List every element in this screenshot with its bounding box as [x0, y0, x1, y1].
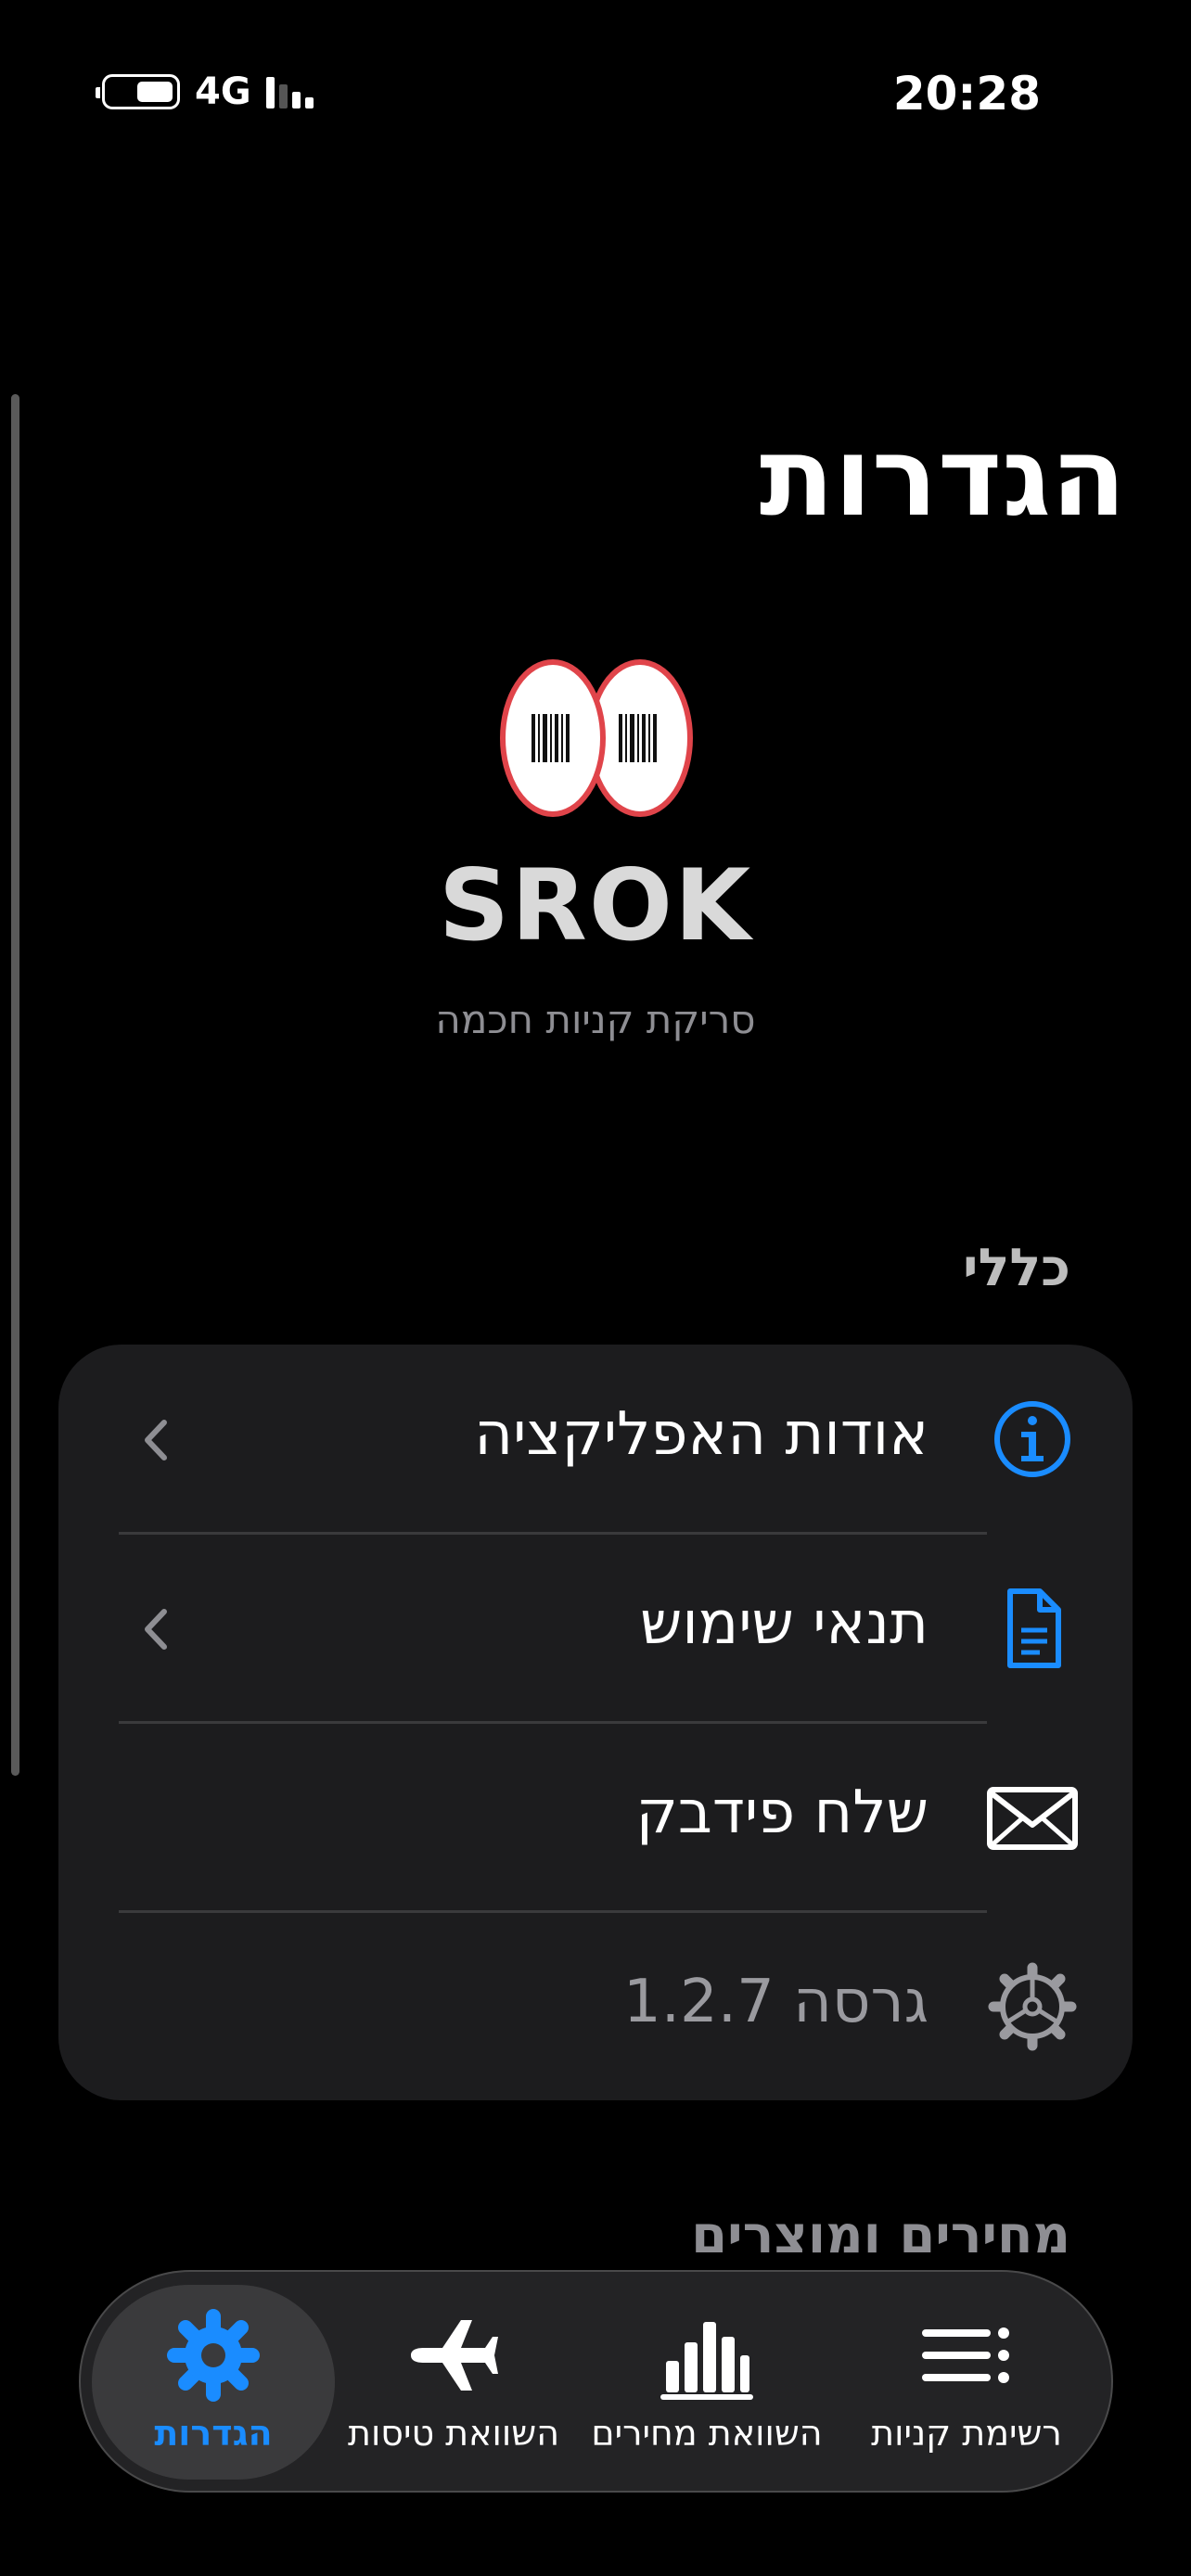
tab-settings[interactable]: הגדרות: [92, 2272, 335, 2491]
tab-settings-label: הגדרות: [154, 2413, 273, 2454]
send-feedback-row[interactable]: שלח פידבק: [58, 1723, 1133, 1912]
list-icon: [922, 2327, 1009, 2383]
terms-of-use-label: תנאי שימוש: [639, 1589, 928, 1658]
app-name: SROK: [438, 848, 753, 963]
app-tagline: סריקת קניות חכמה: [435, 997, 756, 1042]
bar-chart-icon: [660, 2322, 753, 2400]
tab-shopping-list-label: רשימת קניות: [871, 2413, 1062, 2454]
scrollbar[interactable]: [11, 394, 19, 1776]
chevron-left-icon: [145, 1420, 167, 1460]
about-app-label: אודות האפליקציה: [474, 1400, 928, 1469]
info-icon: [994, 1401, 1070, 1477]
tab-bar: הגדרות השוואת טיסות השוואת מחירים רשימת …: [79, 2270, 1113, 2493]
battery-icon: [96, 74, 180, 109]
signal-icon: [265, 75, 314, 108]
status-time: 20:28: [892, 67, 1041, 121]
tab-shopping-list[interactable]: רשימת קניות: [846, 2272, 1087, 2491]
network-type: 4G: [195, 70, 251, 113]
chevron-left-icon: [145, 1609, 167, 1650]
tab-price-comparison[interactable]: השוואת מחירים: [591, 2272, 823, 2491]
status-left: 4G: [96, 70, 314, 113]
version-label: גרסה 1.2.7: [622, 1968, 928, 2036]
airplane-icon: [411, 2320, 498, 2391]
send-feedback-label: שלח פידבק: [635, 1779, 929, 1847]
envelope-icon: [987, 1787, 1078, 1850]
gear-icon: [988, 1962, 1077, 2051]
app-logo-icon: [500, 659, 693, 817]
tab-flight-comparison[interactable]: השוואת טיסות: [331, 2272, 576, 2491]
tab-flight-comparison-label: השוואת טיסות: [347, 2413, 560, 2454]
tab-price-comparison-label: השוואת מחירים: [591, 2413, 823, 2454]
section-header-general: כללי: [963, 1238, 1070, 1298]
document-icon: [1007, 1588, 1061, 1668]
terms-of-use-row[interactable]: תנאי שימוש: [58, 1534, 1133, 1723]
section-header-prices: מחירים ומוצרים: [691, 2205, 1070, 2265]
page-title: הגדרות: [759, 413, 1126, 541]
about-app-row[interactable]: אודות האפליקציה: [58, 1345, 1133, 1534]
settings-card-general: אודות האפליקציה תנאי שימוש שלח פידבק גרס…: [58, 1345, 1133, 2100]
gear-icon: [167, 2309, 260, 2402]
version-row: גרסה 1.2.7: [58, 1912, 1133, 2101]
